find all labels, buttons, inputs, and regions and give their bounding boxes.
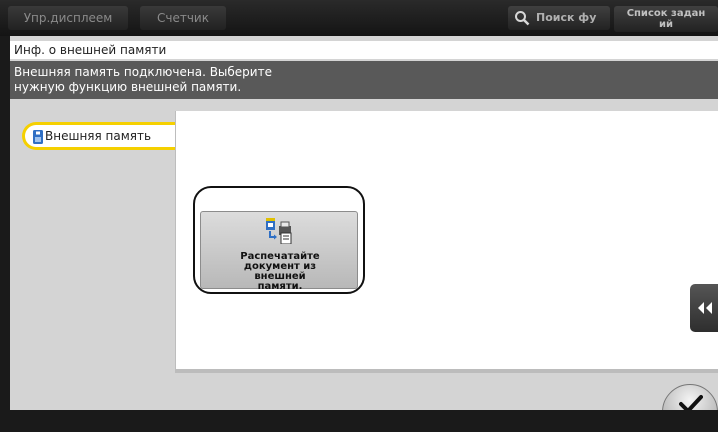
collapse-panel-button[interactable] xyxy=(690,284,718,332)
print-document-from-external-memory-button[interactable]: Распечатайте документ из внешней памяти. xyxy=(200,211,358,292)
tab-display-settings[interactable]: Упр.дисплеем xyxy=(8,6,128,30)
bottom-bar xyxy=(0,410,718,432)
job-list-button[interactable]: Список задан ий xyxy=(614,6,718,32)
page-title: Инф. о внешней памяти xyxy=(10,41,718,59)
print-from-usb-icon xyxy=(266,218,292,244)
function-label: Распечатайте документ из внешней памяти. xyxy=(205,252,355,292)
instruction-line-1: Внешняя память подключена. Выберите xyxy=(14,65,272,79)
double-chevron-left-icon xyxy=(698,302,712,314)
instruction-line-2: нужную функцию внешней памяти. xyxy=(14,80,242,94)
search-function-button[interactable]: Поиск фу xyxy=(508,6,610,30)
search-label: Поиск фу xyxy=(536,11,597,24)
usb-memory-icon xyxy=(33,130,43,144)
main-screen: Инф. о внешней памяти Внешняя память под… xyxy=(10,36,718,424)
instruction-message: Внешняя память подключена. Выберите нужн… xyxy=(10,61,718,99)
function-label-line4: памяти. xyxy=(257,281,303,292)
sidebar-item-label: Внешняя память xyxy=(45,129,152,143)
top-bar: Упр.дисплеем Счетчик Поиск фу Список зад… xyxy=(0,0,718,36)
tab-counter[interactable]: Счетчик xyxy=(140,6,226,30)
sidebar-item-external-memory[interactable]: Внешняя память xyxy=(22,122,186,150)
panel-divider xyxy=(175,369,718,373)
job-list-label-line1: Список задан xyxy=(626,8,706,19)
job-list-label-line2: ий xyxy=(658,19,673,30)
search-icon xyxy=(515,11,530,26)
